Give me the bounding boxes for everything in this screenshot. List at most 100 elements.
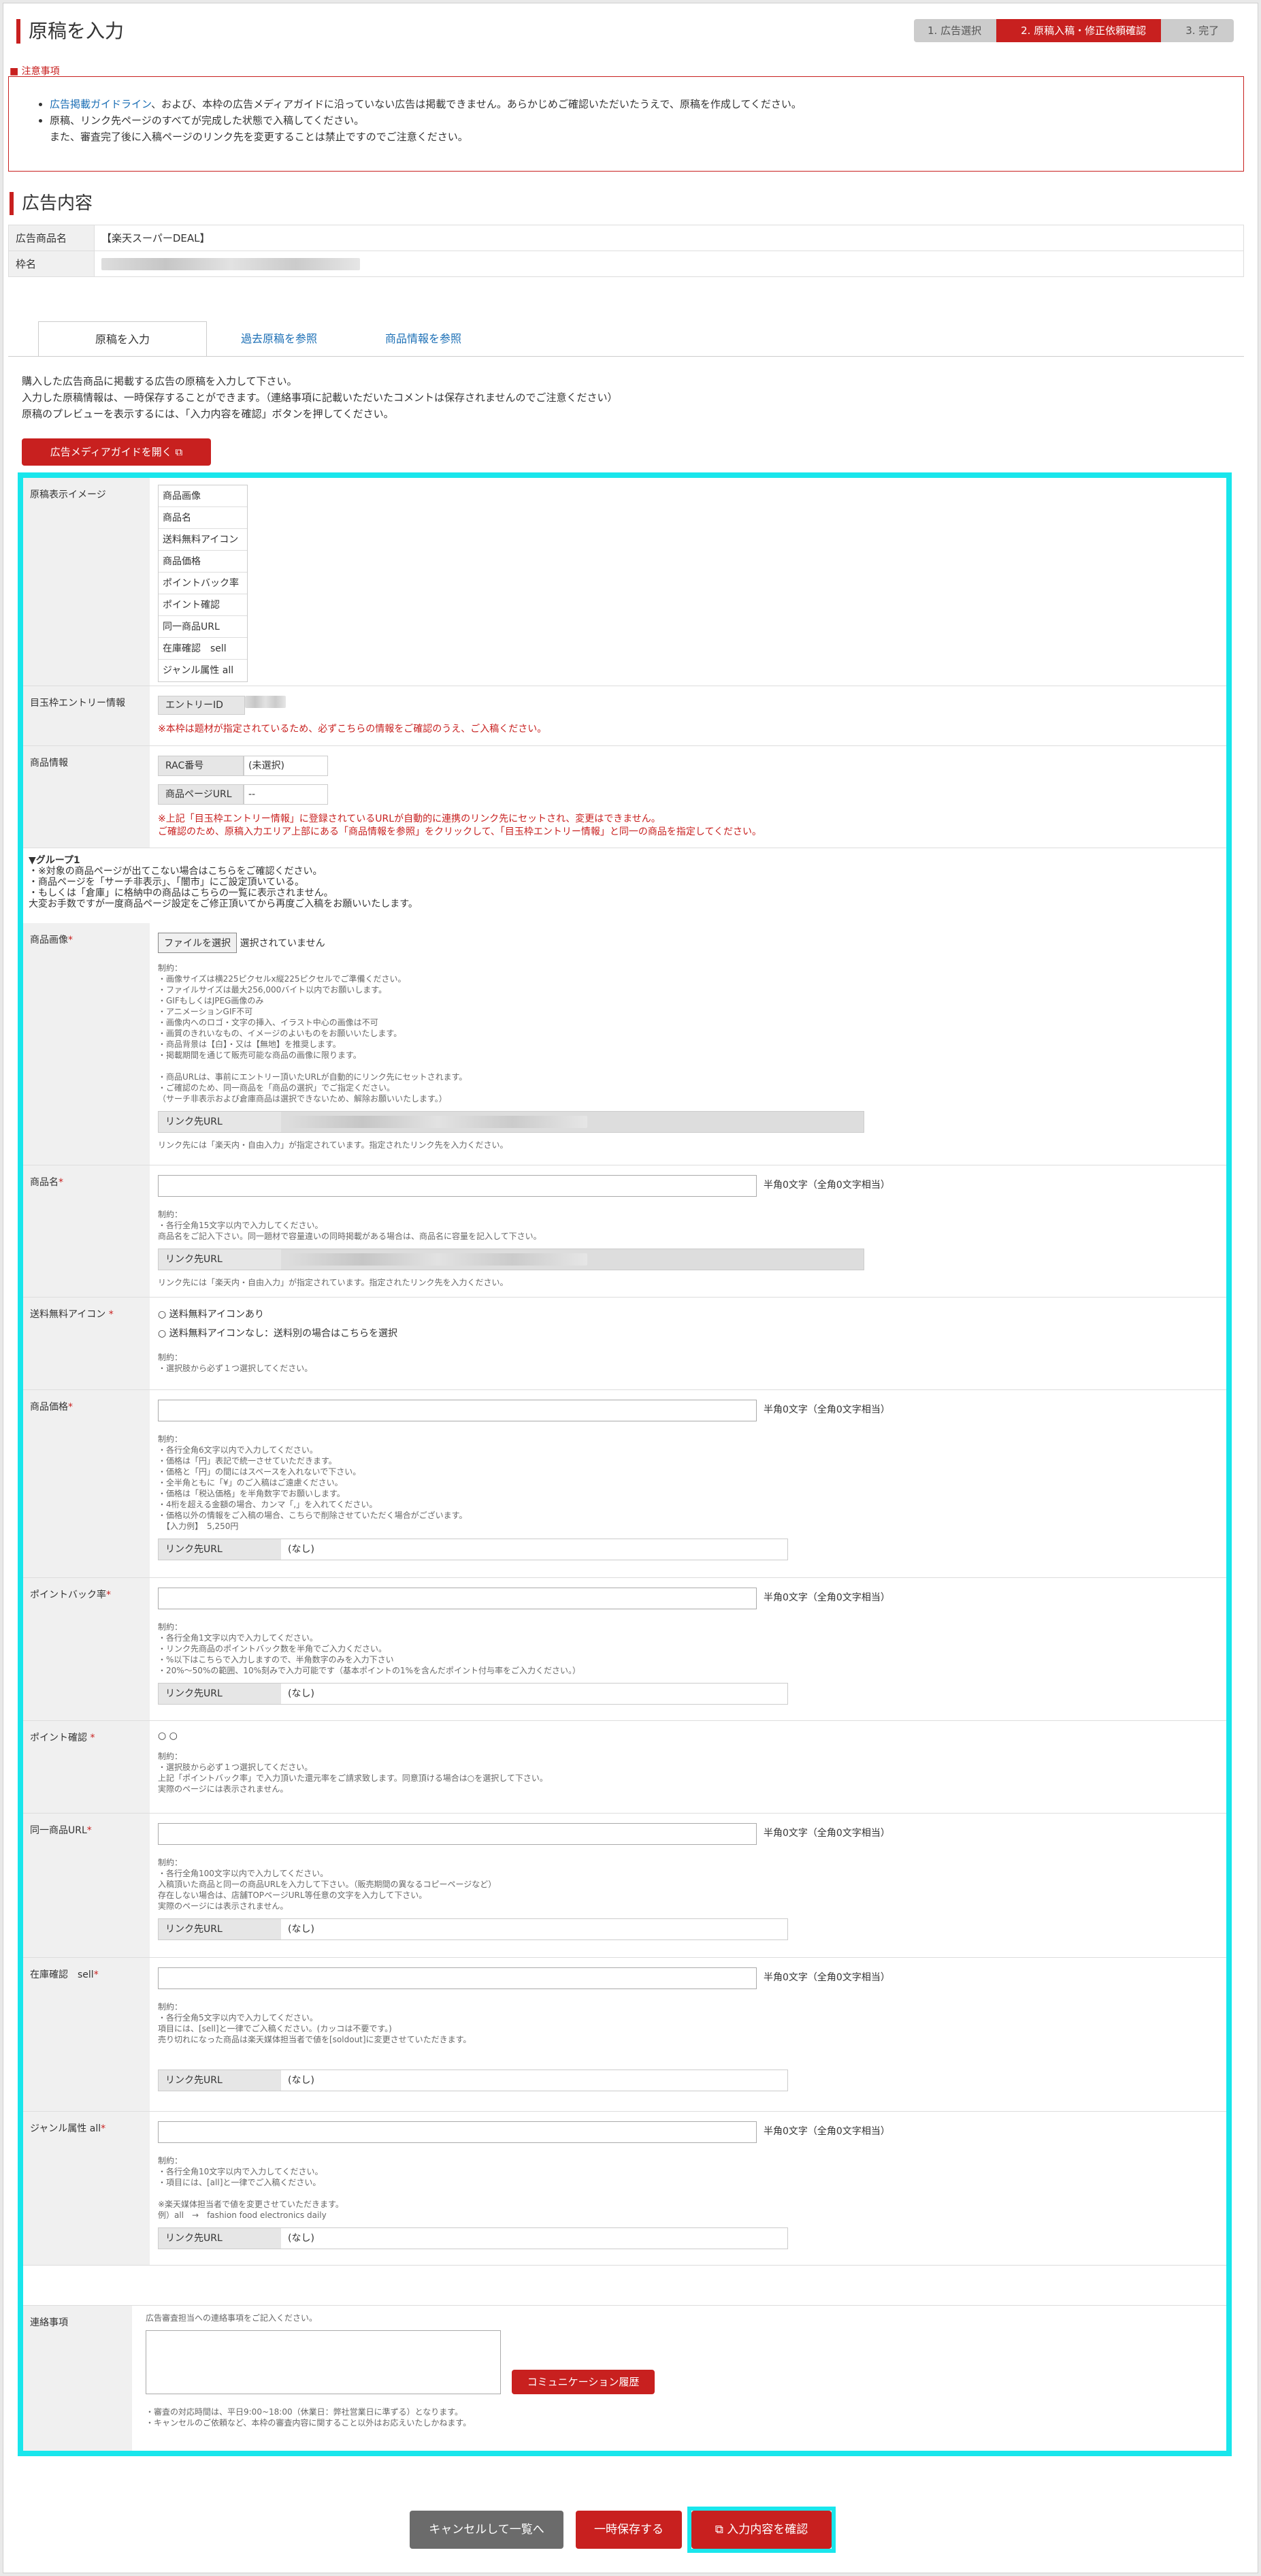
genre-input[interactable] [158,2121,757,2143]
price-input[interactable] [158,1400,757,1421]
tab-divider [8,356,1244,357]
group-line: 大変お手数ですが一度商品ページ設定をご修正頂いてから再度ご入稿をお願いいたします… [29,899,418,909]
save-button[interactable]: 一時保存する [576,2511,682,2549]
rule-line: 制約： [158,1858,183,1867]
radio-shipping-yes[interactable]: ○ [158,1309,166,1320]
communication-history-button[interactable]: コミュニケーション履歴 [512,2370,655,2394]
confirm-button[interactable]: ⧉ 入力内容を確認 [691,2511,832,2549]
rule-line: ・各行全角15文字以内で入力してください。 [158,1221,323,1230]
rule-line: 制約： [158,2002,183,2012]
rule-line: 項目には、[sell]と一律でご入稿ください。(カッコは不要です。) [158,2024,392,2033]
row-same-url: 同一商品URL* 半角0文字（全角0文字相当） 制約： ・各行全角100文字以内で… [23,1814,1226,1958]
contact-textarea[interactable] [146,2330,501,2394]
preview-item: 商品価格 [159,551,247,573]
rule-line: 制約： [158,1752,183,1761]
file-select-button[interactable]: ファイルを選択 [158,933,237,953]
radio-shipping-no[interactable]: ○ [158,1328,166,1339]
intro-text: 購入した広告商品に掲載する広告の原稿を入力して下さい。 入力した原稿情報は、一時保… [22,375,618,420]
step-1: 1. 広告選択 [914,19,997,42]
rule-line: ・価格は「税込価格」を半角数字でお願いします。 [158,1489,345,1498]
info-label-slot: 枠名 [8,251,95,277]
notice-box: 広告掲載ガイドライン、および、本枠の広告メディアガイドに沿っていない広告は掲載で… [8,76,1244,172]
notice-title: ■ 注意事項 [10,66,60,77]
info-value-product: 【楽天スーパーDEAL】 [94,225,1244,251]
cancel-button[interactable]: キャンセルして一覧へ [410,2511,563,2549]
ad-info-table: 広告商品名 【楽天スーパーDEAL】 枠名 [8,225,1244,277]
rule-line: ・価格以外の情報をご入稿の場合、こちらで削除させていただく場合がございます。 [158,1511,468,1520]
preview-item: 商品名 [159,507,247,529]
blurred-value [288,1253,587,1266]
tab-input[interactable]: 原稿を入力 [38,321,207,357]
tab-product[interactable]: 商品情報を参照 [351,321,495,357]
preview-list: 商品画像 商品名 送料無料アイコン 商品価格 ポイントバック率 ポイント確認 同一商品URL… [158,485,1219,682]
rule-line: ・4桁を超える金額の場合、カンマ「,」を入れてください。 [158,1500,378,1509]
group-line: ・※対象の商品ページが出てこない場合はこちらをご確認ください。 [29,866,323,877]
external-link-icon: ⧉ [715,2523,723,2537]
tab-past[interactable]: 過去原稿を参照 [207,321,351,357]
step-3: 3. 完了 [1161,19,1234,42]
rule-line [158,1061,1219,1072]
preview-item: ポイントバック率 [159,573,247,594]
rule-line: 制約： [158,2156,183,2166]
notice-line-3: また、審査完了後に入稿ページのリンク先を変更することは禁止ですのでご注意ください… [50,131,468,143]
rule-line: ・商品URLは、事前にエントリー頂いたURLが自動的にリンク先にセットされます。 [158,1072,468,1082]
rule-line: ・価格と「円」の間にはスペースを入れないで下さい。 [158,1467,361,1477]
radio-point-confirm[interactable]: ○ [158,1730,166,1741]
rule-line: 実際のページには表示されません。 [158,1784,289,1794]
info-label-product: 広告商品名 [8,225,95,251]
row-contact: 連絡事項 広告審査担当への連絡事項をご記入ください。 コミュニケーション履歴 ・… [23,2305,1226,2451]
row-product-image: 商品画像* ファイルを選択 選択されていません 制約： ・画像サイズは横225ピク… [23,923,1226,1165]
row-genre: ジャンル属性 all* 半角0文字（全角0文字相当） 制約： ・各行全角10文字以… [23,2112,1226,2266]
group-header: ▼グループ1 ・※対象の商品ページが出てこない場合はこちらをご確認ください。 ・商品… [23,848,1226,923]
rule-line: ・項目には、[all]と一律でご入稿ください。 [158,2178,321,2187]
tab-bar: 原稿を入力 過去原稿を参照 商品情報を参照 [38,321,495,357]
rule-line: ・各行全角10文字以内で入力してください。 [158,2167,323,2176]
rule-line: 制約： [158,1210,183,1219]
preview-item: 同一商品URL [159,616,247,638]
rule-line [158,2188,1219,2199]
rule-line: ・ご確認のため、同一商品を「商品の選択」でご指定ください。 [158,1083,395,1093]
point-input[interactable] [158,1588,757,1609]
preview-item: 在庫確認 sell [159,638,247,660]
preview-item: ジャンル属性 all [163,665,234,676]
row-entry: 目玉枠エントリー情報 エントリーID ※本枠は题材が指定されているため、必ずこち… [23,686,1226,746]
row-preview: 原稿表示イメージ 商品画像 商品名 送料無料アイコン 商品価格 ポイントバック率 ポイント… [23,478,1226,686]
rule-line: ・各行全角100文字以内で入力してください。 [158,1869,329,1878]
rule-line: 実際のページには表示されません。 [158,1901,289,1911]
row-product-info: 商品情報 RAC番号 (未選択) 商品ページURL -- ※上記「目玉枠エントリー情… [23,746,1226,848]
row-point-confirm: ポイント確認 * ○ ○ 制約： ・選択肢から必ず１つ選択してください。 上記「ポイ… [23,1721,1226,1814]
rac-value: (未選択) [244,756,328,776]
rule-line: ・画像内へのロゴ・文字の挿入、イラスト中心の画像は不可 [158,1018,378,1027]
row-product-price: 商品価格* 半角0文字（全角0文字相当） 制約： ・各行全角6文字以内で入力してく… [23,1390,1226,1578]
preview-item: ポイント確認 [159,594,247,616]
rule-line: ・価格は「円」表記で統一させていただきます。 [158,1456,337,1466]
preview-item: 送料無料アイコン [159,529,247,551]
rule-line: ・各行全角5文字以内で入力してください。 [158,2013,318,2023]
rule-line: ・各行全角1文字以内で入力してください。 [158,1633,318,1643]
step-2: 2. 原稿入稿・修正依頼確認 [996,19,1162,42]
media-guide-button[interactable]: 広告メディアガイドを開く ⧉ [22,438,211,466]
rule-line: ・選択肢から必ず１つ選択してください。 [158,1762,313,1772]
stock-input[interactable] [158,1967,757,1989]
rule-line: ・ファイルサイズは最大256,000バイト以内でお願いします。 [158,985,387,995]
rule-line: ※楽天媒体担当者で値を変更させていただきます。 [158,2200,344,2209]
rule-line: 存在しない場合は、店舗TOPページURL等任意の文字を入力して下さい。 [158,1890,427,1900]
external-link-icon: ⧉ [175,446,183,458]
group-line: ・もしくは「倉庫」に格納中の商品はこちらの一覧に表示されません。 [29,888,333,899]
rule-line: 入稿頂いた商品と同一の商品URLを入力して下さい。（販売期間の異なるコピーページ… [158,1880,497,1889]
product-name-input[interactable] [158,1175,757,1197]
notice-line-1: 広告掲載ガイドライン、および、本枠の広告メディアガイドに沿っていない広告は掲載で… [50,96,1216,112]
group-line: ▼グループ1 [29,855,80,866]
row-product-name: 商品名* 半角0文字（全角0文字相当） 制約： ・各行全角15文字以内で入力してく… [23,1165,1226,1298]
rule-line: ・アニメーションGIF不可 [158,1007,253,1016]
rule-line: 商品名をご記入下さい。同一題材で容量違いの同時掲載がある場合は、商品名に容量を記… [158,1231,542,1241]
rule-line: 上記「ポイントバック率」で入力頂いた還元率をご請求致します。同意頂ける場合は○を… [158,1773,548,1783]
guideline-link[interactable]: 広告掲載ガイドライン [50,98,151,110]
same-url-input[interactable] [158,1823,757,1845]
rule-line: ・GIFもしくはJPEG画像のみ [158,996,264,1005]
rule-line: （サーチ非表示および倉庫商品は選択できないため、解除お願いいたします。） [158,1094,447,1104]
row-point-back: ポイントバック率* 半角0文字（全角0文字相当） 制約： ・各行全角1文字以内で入… [23,1578,1226,1721]
rule-line: 売り切れになった商品は楽天媒体担当者で値を[soldout]に変更させていただき… [158,2035,472,2044]
form-area: 原稿表示イメージ 商品画像 商品名 送料無料アイコン 商品価格 ポイントバック率 ポイント… [18,472,1232,2456]
notice-line-2: 原稿、リンク先ページのすべてが完成した状態で入稿してください。 [50,112,1216,129]
